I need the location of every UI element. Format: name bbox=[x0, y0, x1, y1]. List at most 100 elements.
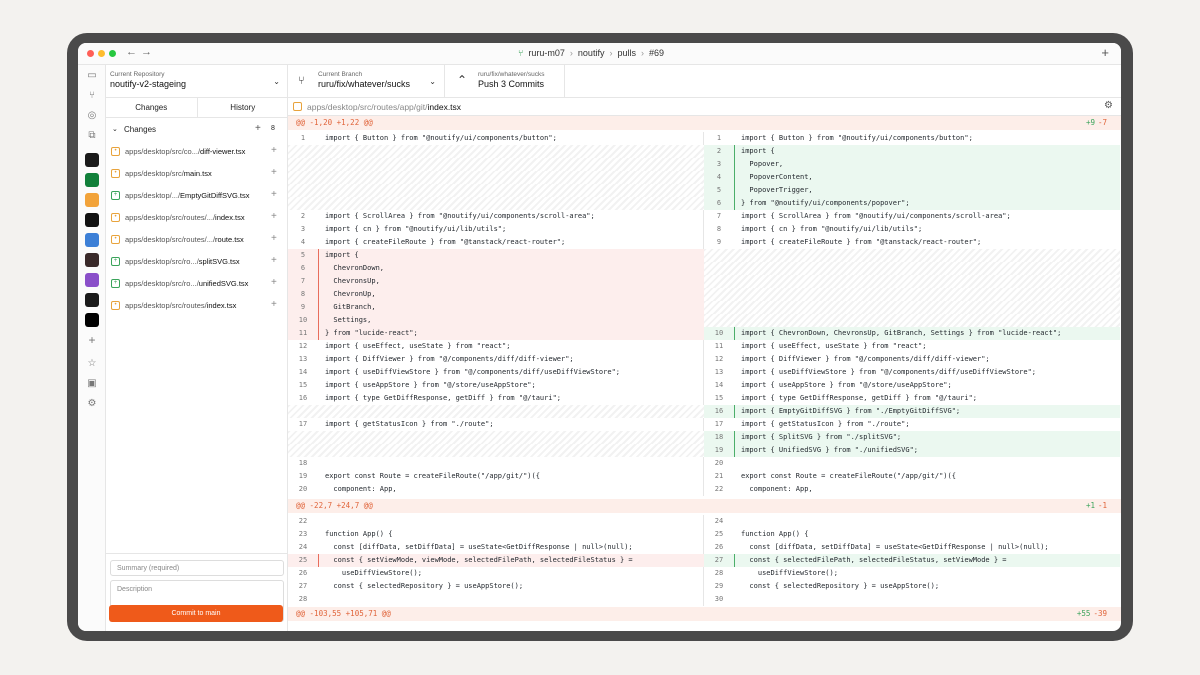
changed-file-item[interactable]: • apps/desktop/src/routes/index.tsx + bbox=[106, 295, 288, 317]
minimize-window-button[interactable] bbox=[98, 50, 105, 57]
star-icon[interactable]: ☆ bbox=[85, 357, 99, 371]
breadcrumb-item[interactable]: pulls bbox=[617, 48, 636, 58]
line-number: 3 bbox=[300, 225, 306, 233]
add-plus-icon[interactable]: + bbox=[85, 333, 99, 347]
stage-file-plus-icon[interactable]: + bbox=[271, 145, 277, 156]
line-number: 5 bbox=[716, 186, 722, 194]
changes-count: 8 bbox=[271, 125, 275, 132]
changed-file-item[interactable]: • apps/desktop/src/routes/.../index.tsx + bbox=[106, 207, 288, 229]
maximize-window-button[interactable] bbox=[109, 50, 116, 57]
changed-file-item[interactable]: • apps/desktop/src/main.tsx + bbox=[106, 163, 288, 185]
file-path: apps/desktop/src/routes/app/git/index.ts… bbox=[307, 102, 462, 112]
push-branch-label: ruru/fix/whatever/sucks bbox=[478, 71, 545, 78]
diff-line: 5 import { bbox=[288, 249, 704, 262]
breadcrumb-item[interactable]: ruru-m07 bbox=[528, 48, 565, 58]
stage-file-plus-icon[interactable]: + bbox=[271, 255, 277, 266]
code-text: import { DiffViewer } from "@/components… bbox=[325, 355, 574, 363]
breadcrumb-item[interactable]: noutify bbox=[578, 48, 605, 58]
app-avatar-icon[interactable] bbox=[85, 233, 99, 247]
diff-line: 10 Settings, bbox=[288, 314, 704, 327]
summary-input[interactable]: Summary (required) bbox=[110, 560, 284, 576]
settings-gear-icon[interactable]: ⚙ bbox=[85, 397, 99, 411]
diff-line bbox=[288, 444, 704, 457]
close-window-button[interactable] bbox=[87, 50, 94, 57]
commit-button[interactable]: Commit to main bbox=[109, 605, 283, 622]
stage-file-plus-icon[interactable]: + bbox=[271, 189, 277, 200]
line-number: 1 bbox=[716, 134, 722, 142]
line-number: 4 bbox=[716, 173, 722, 181]
issues-icon[interactable]: ◎ bbox=[85, 109, 99, 123]
line-number: 15 bbox=[298, 381, 308, 389]
stage-file-plus-icon[interactable]: + bbox=[271, 167, 277, 178]
stage-file-plus-icon[interactable]: + bbox=[271, 277, 277, 288]
new-tab-plus-icon[interactable]: + bbox=[1101, 45, 1109, 60]
breadcrumb-item[interactable]: #69 bbox=[649, 48, 664, 58]
code-text: import { type GetDiffResponse, getDiff }… bbox=[325, 394, 562, 402]
app-avatar-icon[interactable] bbox=[85, 313, 99, 327]
diff-line: 25 const { setViewMode, viewMode, select… bbox=[288, 554, 704, 567]
line-number: 9 bbox=[300, 303, 306, 311]
back-arrow-icon[interactable]: ← bbox=[126, 46, 137, 58]
line-number: 4 bbox=[300, 238, 306, 246]
repository-selector[interactable]: Current Repository noutify-v2-stageing ⌄ bbox=[106, 65, 288, 98]
line-number: 19 bbox=[714, 446, 724, 454]
forward-arrow-icon[interactable]: → bbox=[141, 46, 152, 58]
app-avatar-icon[interactable] bbox=[85, 173, 99, 187]
changed-file-item[interactable]: • apps/desktop/src/routes/.../route.tsx + bbox=[106, 229, 288, 251]
code-text: import { useEffect, useState } from "rea… bbox=[325, 342, 511, 350]
diff-line: 2 import { bbox=[704, 145, 1120, 158]
diff-line: 28 bbox=[288, 593, 704, 606]
diff-line: 11 import { useEffect, useState } from "r… bbox=[704, 340, 1120, 353]
diff-line: 2 import { ScrollArea } from "@noutify/ui… bbox=[288, 210, 704, 223]
diff-line: 22 bbox=[288, 515, 704, 528]
diff-line: 7 import { ScrollArea } from "@noutify/ui… bbox=[704, 210, 1120, 223]
changed-file-item[interactable]: + apps/desktop/src/ro.../unifiedSVG.tsx + bbox=[106, 273, 288, 295]
hunk-stats: +55 -39 bbox=[1076, 609, 1107, 618]
diff-line: 18 bbox=[288, 457, 704, 470]
inbox-icon[interactable]: ▭ bbox=[85, 69, 99, 83]
git-compare-icon[interactable]: ⧉ bbox=[85, 129, 99, 143]
hunk-header: @@ -22,7 +24,7 @@ +1 -1 bbox=[288, 499, 1121, 513]
app-avatar-icon[interactable] bbox=[85, 193, 99, 207]
line-number: 5 bbox=[300, 251, 306, 259]
title-bar: ← → ⑂ ruru-m07 › noutify › pulls › #69 + bbox=[78, 43, 1121, 65]
diff-line bbox=[288, 171, 704, 184]
code-text: import { cn } from "@noutify/ui/lib/util… bbox=[325, 225, 507, 233]
diff-line bbox=[288, 145, 704, 158]
app-avatar-icon[interactable] bbox=[85, 253, 99, 267]
app-avatar-icon[interactable] bbox=[85, 153, 99, 167]
stage-file-plus-icon[interactable]: + bbox=[271, 211, 277, 222]
line-number: 2 bbox=[716, 147, 722, 155]
git-pull-request-icon[interactable]: ⑂ bbox=[85, 89, 99, 103]
app-avatar-icon[interactable] bbox=[85, 293, 99, 307]
diff-line bbox=[288, 184, 704, 197]
settings-gear-icon[interactable]: ⚙ bbox=[1104, 100, 1113, 111]
changed-file-item[interactable]: + apps/desktop/src/ro.../splitSVG.tsx + bbox=[106, 251, 288, 273]
bookmark-icon[interactable]: ▣ bbox=[85, 377, 99, 391]
stage-file-plus-icon[interactable]: + bbox=[271, 299, 277, 310]
toolbar: ⑂ Current Branch ruru/fix/whatever/sucks… bbox=[288, 65, 1121, 98]
file-path: apps/desktop/src/ro.../unifiedSVG.tsx bbox=[125, 279, 249, 288]
app-avatar-icon[interactable] bbox=[85, 273, 99, 287]
changed-file-item[interactable]: • apps/desktop/src/co.../diff-viewer.tsx + bbox=[106, 141, 288, 163]
branch-selector[interactable]: ⑂ Current Branch ruru/fix/whatever/sucks… bbox=[288, 65, 445, 98]
diff-line: 8 ChevronUp, bbox=[288, 288, 704, 301]
branch-label: Current Branch bbox=[318, 71, 363, 78]
line-number: 14 bbox=[714, 381, 724, 389]
code-text: } from "@noutify/ui/components/popover"; bbox=[741, 199, 910, 207]
app-avatar-icon[interactable] bbox=[85, 213, 99, 227]
hunk-header: @@ -1,20 +1,22 @@ +9 -7 bbox=[288, 116, 1121, 130]
changed-file-item[interactable]: + apps/desktop/.../EmptyGitDiffSVG.tsx + bbox=[106, 185, 288, 207]
file-path: apps/desktop/src/co.../diff-viewer.tsx bbox=[125, 147, 246, 156]
stage-all-plus-icon[interactable]: + bbox=[255, 123, 261, 134]
tab-history[interactable]: History bbox=[196, 98, 289, 117]
tab-changes[interactable]: Changes bbox=[106, 98, 197, 117]
diff-line: 16 import { type GetDiffResponse, getDiff… bbox=[288, 392, 704, 405]
code-text: ChevronDown, bbox=[325, 264, 385, 272]
line-number: 29 bbox=[714, 582, 724, 590]
push-button[interactable]: ⌃ ruru/fix/whatever/sucks Push 3 Commits bbox=[445, 65, 565, 98]
changes-header[interactable]: ⌄ Changes + 8 bbox=[106, 121, 288, 139]
code-text: import { EmptyGitDiffSVG } from "./Empty… bbox=[741, 407, 961, 415]
line-number: 14 bbox=[298, 368, 308, 376]
stage-file-plus-icon[interactable]: + bbox=[271, 233, 277, 244]
